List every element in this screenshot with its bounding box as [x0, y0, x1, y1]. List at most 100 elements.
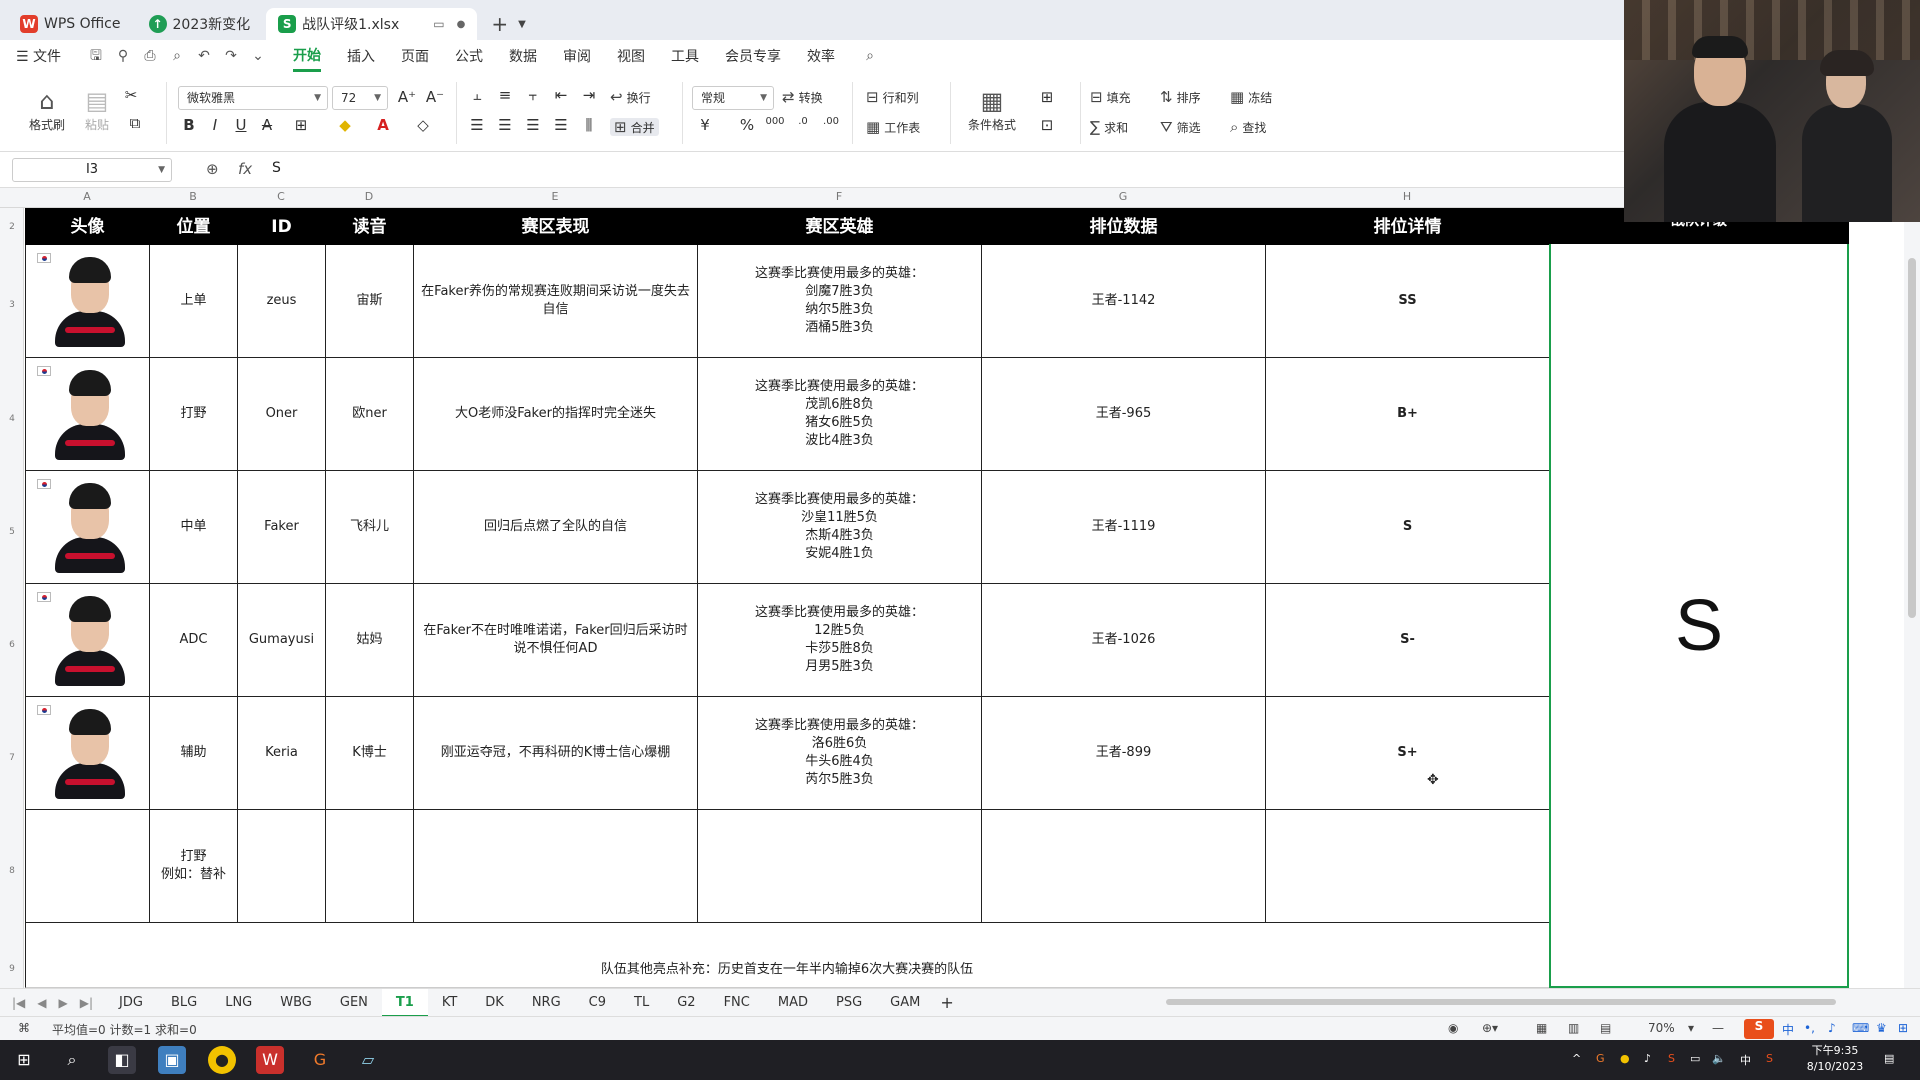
font-name-select[interactable]: 微软雅黑 ▼	[178, 86, 328, 110]
rank-data-cell[interactable]: 王者-965	[981, 357, 1266, 471]
avatar-cell[interactable]	[25, 696, 150, 810]
rank-detail-cell[interactable]: S	[1265, 470, 1550, 584]
header-id[interactable]: ID	[237, 208, 326, 245]
align-center-icon[interactable]: ☰	[494, 116, 516, 134]
menu-member[interactable]: 会员专享	[725, 42, 781, 70]
sheet-tab-tl[interactable]: TL	[620, 989, 663, 1017]
pronounce-cell[interactable]: K博士	[325, 696, 414, 810]
menu-data[interactable]: 数据	[509, 42, 537, 70]
sheet-tab-gen[interactable]: GEN	[326, 989, 382, 1017]
position-cell[interactable]: 辅助	[149, 696, 238, 810]
taskbar-clock[interactable]: 下午9:35 8/10/2023	[1800, 1043, 1870, 1075]
format-painter-button[interactable]: ⌂ 格式刷	[24, 86, 70, 133]
font-decrease-icon[interactable]: A⁻	[424, 88, 446, 106]
percent-icon[interactable]: %	[736, 116, 758, 134]
normal-view-icon[interactable]: ▦	[1536, 1021, 1547, 1035]
tray-app-icon[interactable]: ●	[1620, 1052, 1630, 1065]
app-photos-icon[interactable]: ▣	[158, 1046, 186, 1074]
position-cell[interactable]: ADC	[149, 583, 238, 697]
notification-icon[interactable]: ▤	[1884, 1052, 1894, 1065]
first-sheet-icon[interactable]: |◀	[12, 996, 25, 1010]
rank-data-cell[interactable]: 王者-1142	[981, 244, 1266, 358]
row-header[interactable]: 2	[0, 222, 24, 232]
align-middle-icon[interactable]: ≡	[494, 86, 516, 104]
pin-icon[interactable]: ⚲	[114, 47, 132, 65]
scroll-thumb[interactable]	[1908, 258, 1916, 618]
app-obs-icon[interactable]: ◧	[108, 1046, 136, 1074]
app-wps-icon[interactable]: W	[256, 1046, 284, 1074]
save-icon[interactable]: 🖫	[87, 47, 105, 65]
table-style-icon[interactable]: ⊡	[1036, 116, 1058, 134]
menu-tools[interactable]: 工具	[671, 42, 699, 70]
decimal-increase-icon[interactable]: .0	[792, 116, 814, 127]
sheet-tab-t1[interactable]: T1	[381, 988, 428, 1017]
paste-button[interactable]: ▤ 粘贴	[74, 86, 120, 133]
currency-icon[interactable]: ¥	[694, 116, 716, 134]
rank-data-cell[interactable]: 王者-1026	[981, 583, 1266, 697]
heroes-cell[interactable]: 这赛季比赛使用最多的英雄： 剑魔7胜3负 纳尔5胜3负 酒桶5胜3负	[697, 244, 982, 358]
position-cell[interactable]: 中单	[149, 470, 238, 584]
sheet-tab-g2[interactable]: G2	[663, 989, 709, 1017]
ime-punct-icon[interactable]: •,	[1804, 1021, 1815, 1035]
eye-icon[interactable]: ◉	[1448, 1021, 1458, 1035]
menu-review[interactable]: 审阅	[563, 42, 591, 70]
header-performance[interactable]: 赛区表现	[413, 208, 698, 245]
last-sheet-icon[interactable]: ▶|	[80, 996, 93, 1010]
wrap-button[interactable]: ↩ 换行	[610, 88, 651, 106]
menu-page[interactable]: 页面	[401, 42, 429, 70]
pronounce-cell[interactable]: 姑妈	[325, 583, 414, 697]
sum-button[interactable]: ∑ 求和	[1090, 118, 1128, 136]
bold-icon[interactable]: B	[178, 116, 200, 134]
tray-sogou-icon[interactable]: S	[1668, 1052, 1675, 1065]
avatar-cell[interactable]	[25, 470, 150, 584]
performance-cell[interactable]: 回归后点燃了全队的自信	[413, 470, 698, 584]
row-header[interactable]: 5	[0, 527, 24, 537]
column-header-h[interactable]: H	[1265, 190, 1549, 203]
position-cell[interactable]: 打野 例如：替补	[149, 809, 238, 923]
rank-data-cell[interactable]	[981, 809, 1266, 923]
ime-menu-icon[interactable]: ⊞	[1898, 1021, 1908, 1035]
add-sheet-button[interactable]: +	[940, 993, 953, 1012]
redo-icon[interactable]: ↷	[222, 47, 240, 65]
layout-icon[interactable]: ⊕▾	[1482, 1021, 1498, 1035]
print-icon[interactable]: ⎙	[141, 47, 159, 65]
border-icon[interactable]: ⊞	[290, 116, 312, 134]
formula-input[interactable]: S	[272, 160, 281, 176]
conditional-format-button[interactable]: ▦ 条件格式	[958, 86, 1026, 133]
rank-detail-cell[interactable]: S-	[1265, 583, 1550, 697]
sheet-tab-lng[interactable]: LNG	[211, 989, 266, 1017]
column-header-g[interactable]: G	[981, 190, 1265, 203]
rank-detail-cell[interactable]: B+	[1265, 357, 1550, 471]
align-top-icon[interactable]: ⫠	[466, 86, 488, 104]
align-bottom-icon[interactable]: ⫟	[522, 86, 544, 104]
sort-button[interactable]: ⇅ 排序	[1160, 88, 1201, 106]
avatar-cell[interactable]	[25, 583, 150, 697]
cut-icon[interactable]: ✂	[120, 86, 142, 104]
header-rank-data[interactable]: 排位数据	[981, 208, 1266, 245]
ime-chinese-icon[interactable]: 中	[1782, 1021, 1794, 1038]
header-pronounce[interactable]: 读音	[325, 208, 414, 245]
id-cell[interactable]: Faker	[237, 470, 326, 584]
zoom-level[interactable]: 70%	[1648, 1021, 1675, 1035]
zoom-formula-icon[interactable]: ⊕	[206, 160, 219, 178]
vertical-scrollbar[interactable]	[1904, 208, 1920, 988]
tray-chrome-icon[interactable]: G	[1596, 1052, 1605, 1065]
prev-sheet-icon[interactable]: ◀	[37, 996, 46, 1010]
strikethrough-icon[interactable]: A	[256, 116, 278, 134]
position-cell[interactable]: 打野	[149, 357, 238, 471]
row-col-button[interactable]: ⊟ 行和列	[866, 88, 919, 106]
performance-cell[interactable]: 在Faker不在时唯唯诺诺，Faker回归后采访时说不惧任何AD	[413, 583, 698, 697]
justify-icon[interactable]: ☰	[550, 116, 572, 134]
column-header-c[interactable]: C	[237, 190, 325, 203]
search-icon[interactable]: ⌕	[58, 1046, 86, 1074]
filter-button[interactable]: ⛛ 筛选	[1160, 118, 1201, 136]
menu-file[interactable]: ☰ 文件	[16, 42, 61, 70]
heroes-cell[interactable]: 这赛季比赛使用最多的英雄： 洛6胜6负 牛头6胜4负 芮尔5胜3负	[697, 696, 982, 810]
page-layout-icon[interactable]: ▥	[1568, 1021, 1579, 1035]
pronounce-cell[interactable]: 飞科儿	[325, 470, 414, 584]
fill-button[interactable]: ⊟ 填充	[1090, 88, 1131, 106]
performance-cell[interactable]	[413, 809, 698, 923]
rank-data-cell[interactable]: 王者-1119	[981, 470, 1266, 584]
font-size-select[interactable]: 72 ▼	[332, 86, 388, 110]
avatar-cell[interactable]	[25, 244, 150, 358]
